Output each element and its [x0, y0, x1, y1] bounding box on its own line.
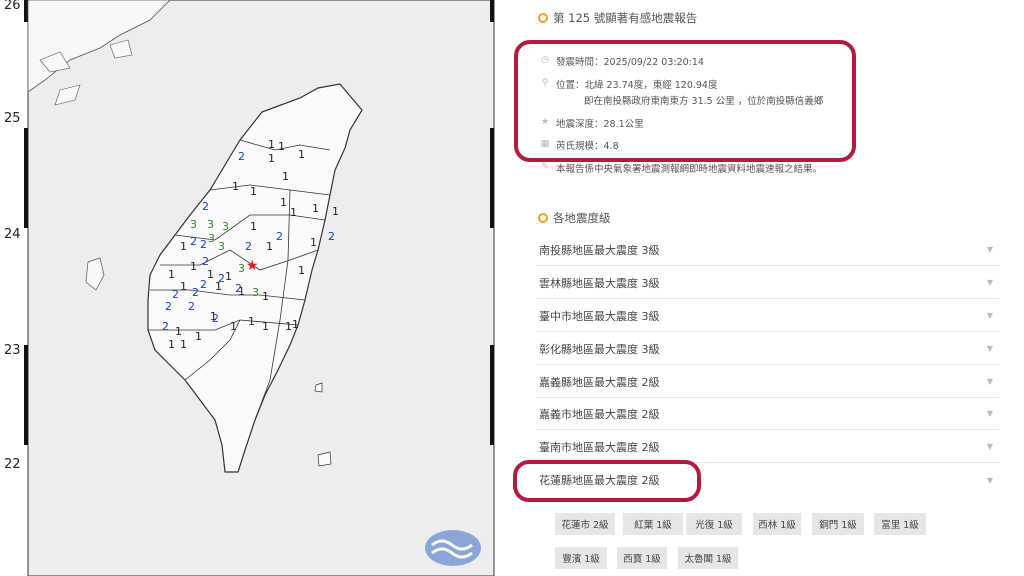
svg-text:3: 3 [207, 218, 214, 231]
station-chip[interactable]: 西林 1級 [753, 513, 801, 535]
intensity-section-title: 各地震度級 [538, 210, 611, 226]
svg-text:2: 2 [212, 312, 219, 325]
region-item[interactable]: 臺南市地區最大震度 2級 ▼ [536, 431, 999, 463]
report-title: 第 125 號顯著有感地震報告 [538, 10, 697, 26]
svg-text:2: 2 [218, 272, 225, 285]
svg-text:2: 2 [328, 230, 335, 243]
svg-text:2: 2 [202, 200, 209, 213]
note-icon: ✎ [541, 162, 549, 172]
region-item[interactable]: 南投縣地區最大震度 3級 ▼ [536, 234, 999, 266]
chevron-down-icon: ▼ [986, 311, 993, 320]
svg-text:1: 1 [175, 325, 182, 338]
highlight-box-report [514, 40, 856, 162]
bullet-icon [538, 213, 548, 223]
station-chip[interactable]: 花蓮市 2級 [555, 513, 615, 535]
chevron-down-icon: ▼ [986, 344, 993, 353]
svg-text:3: 3 [190, 218, 197, 231]
svg-text:1: 1 [232, 180, 239, 193]
earthquake-map: 11 11 11 11 11 11 11 11 11 11 11 11 11 1… [0, 0, 500, 576]
svg-text:1: 1 [262, 320, 269, 333]
svg-text:1: 1 [248, 315, 255, 328]
chevron-down-icon: ▼ [986, 442, 993, 451]
svg-text:3: 3 [238, 262, 245, 275]
svg-text:1: 1 [180, 240, 187, 253]
svg-text:2: 2 [172, 288, 179, 301]
region-item[interactable]: 嘉義縣地區最大震度 2級 ▼ [536, 366, 999, 398]
region-item[interactable]: 雲林縣地區最大震度 3級 ▼ [536, 267, 999, 299]
svg-text:2: 2 [245, 240, 252, 253]
svg-text:1: 1 [180, 338, 187, 351]
svg-text:3: 3 [208, 232, 215, 245]
region-item[interactable]: 臺中市地區最大震度 3級 ▼ [536, 300, 999, 332]
bullet-icon [538, 13, 548, 23]
station-chip[interactable]: 西寶 1級 [617, 547, 667, 569]
epicenter-star: ★ [246, 258, 259, 274]
region-item[interactable]: 嘉義市地區最大震度 2級 ▼ [536, 398, 999, 430]
lat-label: 25 [4, 111, 21, 126]
chevron-down-icon: ▼ [986, 377, 993, 386]
station-chip[interactable]: 紅葉 1級 [623, 513, 683, 535]
svg-text:3: 3 [252, 286, 259, 299]
svg-text:1: 1 [168, 268, 175, 281]
svg-text:1: 1 [266, 240, 273, 253]
lat-label: 23 [4, 343, 21, 358]
svg-text:2: 2 [202, 255, 209, 268]
svg-text:2: 2 [200, 278, 207, 291]
svg-text:1: 1 [230, 320, 237, 333]
svg-text:1: 1 [195, 330, 202, 343]
note-text: 本報告係中央氣象署地震測報網即時地震資料地震速報之結果。 [556, 164, 823, 175]
svg-text:1: 1 [312, 202, 319, 215]
svg-text:1: 1 [280, 196, 287, 209]
station-chip[interactable]: 豐濱 1級 [555, 547, 607, 569]
chevron-down-icon: ▼ [986, 409, 993, 418]
svg-text:1: 1 [250, 220, 257, 233]
svg-text:2: 2 [188, 300, 195, 313]
svg-text:1: 1 [292, 318, 299, 331]
svg-text:2: 2 [276, 230, 283, 243]
svg-text:1: 1 [282, 170, 289, 183]
chevron-down-icon: ▼ [986, 245, 993, 254]
svg-text:2: 2 [238, 150, 245, 163]
station-chip[interactable]: 太魯閣 1級 [678, 547, 738, 569]
svg-text:1: 1 [310, 236, 317, 249]
svg-text:1: 1 [225, 270, 232, 283]
highlight-box-hualien [513, 460, 701, 502]
svg-text:1: 1 [298, 264, 305, 277]
svg-text:1: 1 [268, 138, 275, 151]
chevron-down-icon: ▼ [986, 278, 993, 287]
svg-text:1: 1 [298, 148, 305, 161]
svg-text:1: 1 [168, 338, 175, 351]
svg-text:3: 3 [218, 240, 225, 253]
svg-text:1: 1 [285, 320, 292, 333]
lat-label: 22 [4, 457, 21, 472]
svg-text:2: 2 [235, 282, 242, 295]
svg-text:1: 1 [268, 152, 275, 165]
map-canvas: 11 11 11 11 11 11 11 11 11 11 11 11 11 1… [24, 0, 495, 576]
chevron-down-icon: ▼ [986, 475, 993, 485]
svg-text:1: 1 [290, 206, 297, 219]
svg-text:1: 1 [190, 260, 197, 273]
region-item[interactable]: 彰化縣地區最大震度 3級 ▼ [536, 333, 999, 365]
svg-text:1: 1 [250, 185, 257, 198]
svg-text:1: 1 [262, 290, 269, 303]
info-note: ✎ 本報告係中央氣象署地震測報網即時地震資料地震速報之結果。 [540, 161, 822, 175]
svg-text:2: 2 [200, 238, 207, 251]
lat-label: 24 [4, 227, 21, 242]
svg-text:2: 2 [162, 320, 169, 333]
station-chip[interactable]: 銅門 1級 [812, 513, 864, 535]
svg-text:2: 2 [192, 286, 199, 299]
svg-text:3: 3 [222, 220, 229, 233]
cwa-logo-icon [425, 530, 481, 566]
svg-text:1: 1 [180, 280, 187, 293]
report-title-text: 第 125 號顯著有感地震報告 [553, 11, 698, 25]
svg-text:1: 1 [332, 205, 339, 218]
svg-text:1: 1 [278, 140, 285, 153]
svg-text:1: 1 [207, 268, 214, 281]
station-chip[interactable]: 富里 1級 [874, 513, 926, 535]
station-chip[interactable]: 光復 1級 [686, 513, 742, 535]
intensity-title-text: 各地震度級 [553, 211, 611, 225]
lat-label: 26 [4, 0, 21, 13]
svg-text:2: 2 [190, 235, 197, 248]
svg-text:2: 2 [165, 300, 172, 313]
